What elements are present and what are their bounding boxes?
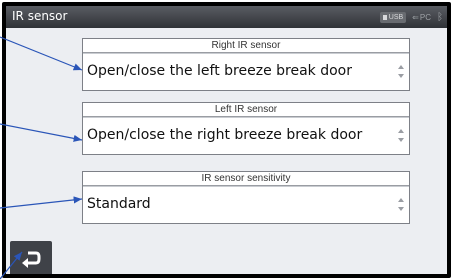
right-ir-sensor-group: Right IR sensor Open/close the left bree… (82, 38, 410, 91)
left-ir-sensor-group: Left IR sensor Open/close the right bree… (82, 102, 410, 155)
ir-sensitivity-select[interactable]: Standard (83, 186, 409, 223)
back-button[interactable] (10, 241, 52, 274)
spinner-arrows-icon (398, 65, 404, 78)
left-ir-sensor-select[interactable]: Open/close the right breeze break door (83, 117, 409, 154)
spinner-arrows-icon (398, 198, 404, 211)
spinner-arrows-icon (398, 129, 404, 142)
device-screen: IR sensor USB ⇐ PC ᛒ Right IR sensor Open… (2, 2, 451, 278)
left-ir-sensor-value: Open/close the right breeze break door (87, 127, 363, 143)
right-ir-sensor-label: Right IR sensor (83, 39, 409, 53)
ir-sensitivity-value: Standard (87, 196, 151, 212)
ir-sensitivity-label: IR sensor sensitivity (83, 172, 409, 186)
ir-sensitivity-group: IR sensor sensitivity Standard (82, 171, 410, 224)
status-indicators: USB ⇐ PC ᛒ (379, 11, 443, 23)
right-ir-sensor-value: Open/close the left breeze break door (87, 63, 353, 79)
return-arrow-icon (22, 251, 41, 268)
bluetooth-icon: ᛒ (437, 11, 443, 23)
left-ir-sensor-label: Left IR sensor (83, 103, 409, 117)
pc-label: PC (419, 12, 431, 22)
usb-label: USB (388, 13, 404, 21)
page-title: IR sensor (12, 9, 68, 23)
display-area: IR sensor USB ⇐ PC ᛒ Right IR sensor Open… (6, 6, 447, 274)
usb-icon: USB (379, 11, 407, 23)
pc-connection-icon: ⇐ PC (412, 12, 431, 22)
right-ir-sensor-select[interactable]: Open/close the left breeze break door (83, 53, 409, 90)
title-bar: IR sensor USB ⇐ PC ᛒ (6, 6, 447, 28)
